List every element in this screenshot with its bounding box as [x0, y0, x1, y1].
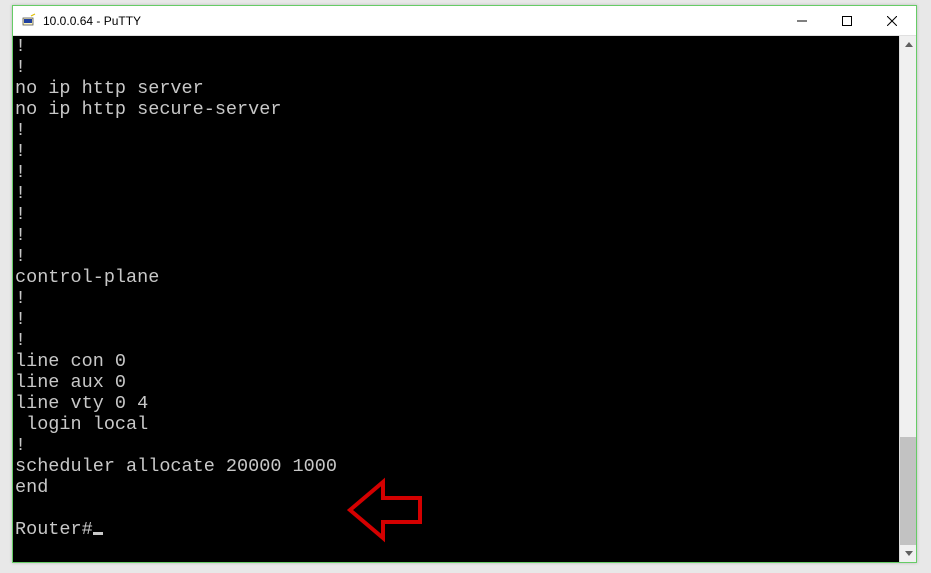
- terminal-line: line con 0: [15, 351, 897, 372]
- terminal-line: no ip http secure-server: [15, 99, 897, 120]
- terminal-line: !: [15, 120, 897, 141]
- terminal-line: !: [15, 162, 897, 183]
- terminal-line: !: [15, 435, 897, 456]
- terminal-line: !: [15, 246, 897, 267]
- scroll-down-arrow[interactable]: [900, 545, 917, 562]
- close-button[interactable]: [869, 6, 914, 35]
- terminal-line: no ip http server: [15, 78, 897, 99]
- terminal-line: !: [15, 36, 897, 57]
- scroll-thumb[interactable]: [900, 437, 916, 545]
- scroll-track[interactable]: [900, 53, 916, 545]
- terminal-line: control-plane: [15, 267, 897, 288]
- terminal-line: !: [15, 309, 897, 330]
- terminal-line: !: [15, 57, 897, 78]
- window-controls: [779, 6, 914, 35]
- terminal-line: [15, 498, 897, 519]
- terminal[interactable]: !!no ip http serverno ip http secure-ser…: [13, 36, 899, 562]
- terminal-cursor: [93, 532, 103, 535]
- putty-window: 10.0.0.64 - PuTTY !!no ip http serverno …: [12, 5, 917, 563]
- scroll-up-arrow[interactable]: [900, 36, 917, 53]
- terminal-line: !: [15, 141, 897, 162]
- titlebar[interactable]: 10.0.0.64 - PuTTY: [13, 6, 916, 36]
- terminal-line: !: [15, 204, 897, 225]
- putty-icon: [21, 13, 37, 29]
- terminal-line: !: [15, 288, 897, 309]
- maximize-button[interactable]: [824, 6, 869, 35]
- terminal-line: end: [15, 477, 897, 498]
- terminal-area: !!no ip http serverno ip http secure-ser…: [13, 36, 916, 562]
- terminal-line: !: [15, 183, 897, 204]
- terminal-line: Router#: [15, 519, 897, 540]
- scrollbar[interactable]: [899, 36, 916, 562]
- minimize-button[interactable]: [779, 6, 824, 35]
- window-title: 10.0.0.64 - PuTTY: [43, 14, 779, 28]
- terminal-line: line vty 0 4: [15, 393, 897, 414]
- terminal-line: line aux 0: [15, 372, 897, 393]
- terminal-line: login local: [15, 414, 897, 435]
- terminal-line: !: [15, 330, 897, 351]
- terminal-line: scheduler allocate 20000 1000: [15, 456, 897, 477]
- terminal-line: !: [15, 225, 897, 246]
